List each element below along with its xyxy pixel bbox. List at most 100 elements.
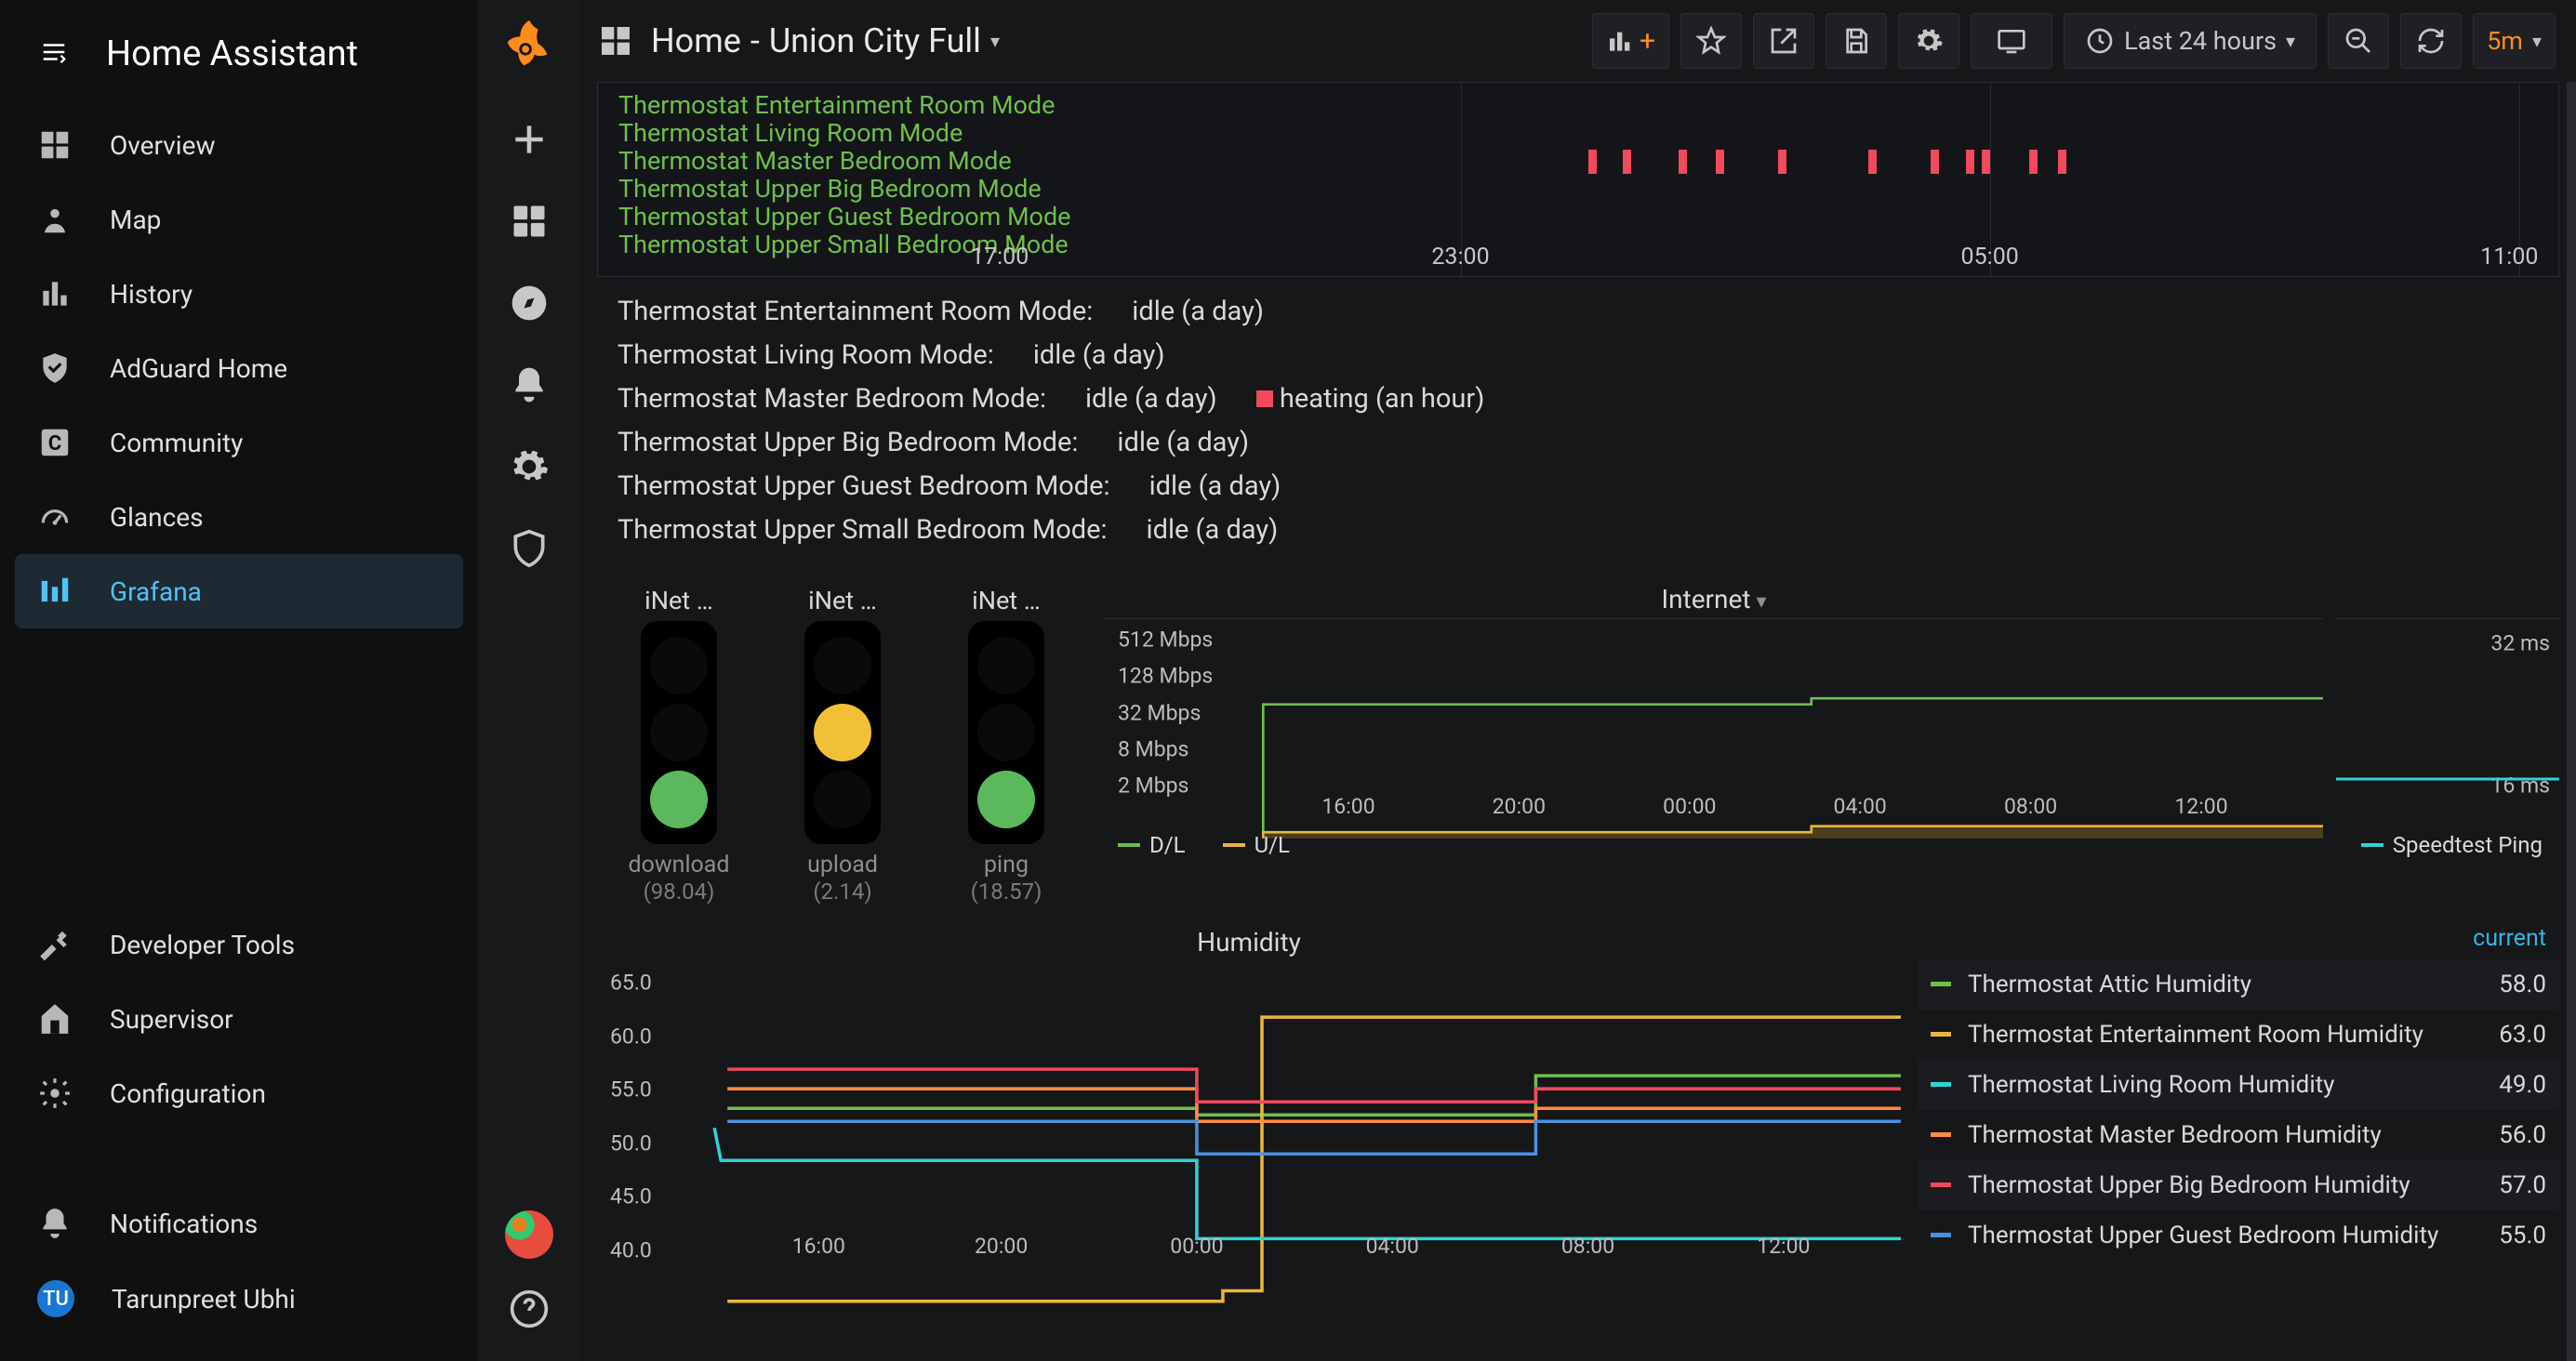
series-color-swatch: [1931, 1032, 1951, 1037]
series-color-swatch: [1931, 1183, 1951, 1187]
explore-compass-icon[interactable]: [509, 283, 550, 324]
dashboards-icon[interactable]: [509, 201, 550, 242]
caret-down-icon: ▾: [990, 30, 1000, 52]
dashboard-icon: [597, 22, 634, 59]
sidebar-item-developer-tools[interactable]: Developer Tools: [15, 907, 463, 982]
heating-mark: [2029, 150, 2038, 174]
home-assistant-sidebar: Home Assistant OverviewMapHistoryAdGuard…: [0, 0, 478, 1361]
sidebar-item-overview[interactable]: Overview: [15, 108, 463, 182]
sidebar-item-history[interactable]: History: [15, 257, 463, 331]
series-color-swatch: [1931, 1082, 1951, 1087]
humidity-legend-row[interactable]: Thermostat Attic Humidity58.0: [1918, 959, 2559, 1010]
x-tick: 11:00: [2480, 244, 2538, 271]
sidebar-item-notifications[interactable]: Notifications: [15, 1186, 463, 1261]
heating-mark: [1982, 150, 1990, 174]
notifications-label: Notifications: [110, 1209, 258, 1239]
humidity-panel-title[interactable]: Humidity: [597, 921, 1901, 965]
dashboard-topbar: Home - Union City Full ▾ + Last 24 hours…: [580, 0, 2576, 82]
gauge-icon: [37, 499, 73, 535]
legend-row: Thermostat Master Bedroom Mode:idle (a d…: [617, 377, 2539, 421]
help-icon[interactable]: [509, 1288, 550, 1329]
cycle-view-button[interactable]: [1971, 13, 2052, 69]
humidity-legend-row[interactable]: Thermostat Upper Guest Bedroom Humidity5…: [1918, 1210, 2559, 1261]
humidity-legend-row[interactable]: Thermostat Living Room Humidity49.0: [1918, 1060, 2559, 1110]
humidity-chart[interactable]: 65.060.055.050.045.040.0 16:0020:0000:00…: [597, 965, 1901, 1262]
bar-chart-icon: [37, 276, 73, 311]
zoom-out-button[interactable]: [2328, 13, 2389, 69]
star-button[interactable]: [1680, 13, 1742, 69]
heating-mark: [1868, 150, 1877, 174]
timeline-row-label: Thermostat Master Bedroom Mode: [618, 146, 1012, 176]
shield-icon[interactable]: [509, 528, 550, 569]
humidity-legend-row[interactable]: Thermostat Entertainment Room Humidity63…: [1918, 1010, 2559, 1060]
inet-upload-gauge[interactable]: iNet … upload (2.14): [761, 578, 924, 905]
series-color-swatch: [1931, 1233, 1951, 1237]
sidebar-item-community[interactable]: CCommunity: [15, 405, 463, 480]
legend-row: Thermostat Upper Big Bedroom Mode:idle (…: [617, 421, 2539, 465]
gear-icon[interactable]: [509, 446, 550, 487]
legend-row: Thermostat Upper Guest Bedroom Mode:idle…: [617, 465, 2539, 509]
caret-down-icon: ▾: [2286, 30, 2295, 52]
x-tick: 23:00: [1431, 244, 1489, 271]
grafana-user-avatar[interactable]: [505, 1210, 553, 1259]
add-panel-button[interactable]: +: [1592, 13, 1669, 69]
humidity-legend: current Thermostat Attic Humidity58.0The…: [1918, 921, 2559, 1262]
humidity-legend-row[interactable]: Thermostat Upper Big Bedroom Humidity57.…: [1918, 1160, 2559, 1210]
legend-row: Thermostat Entertainment Room Mode:idle …: [617, 290, 2539, 334]
legend-row: Thermostat Upper Small Bedroom Mode:idle…: [617, 509, 2539, 552]
sidebar-item-map[interactable]: Map: [15, 182, 463, 257]
timeline-row-label: Thermostat Living Room Mode: [618, 118, 963, 148]
dashboard-icon: [37, 127, 73, 163]
sidebar-item-configuration[interactable]: Configuration: [15, 1056, 463, 1130]
sidebar-item-glances[interactable]: Glances: [15, 480, 463, 554]
humidity-legend-row[interactable]: Thermostat Master Bedroom Humidity56.0: [1918, 1110, 2559, 1160]
traffic-light-icon: [968, 621, 1044, 844]
thermostat-mode-timeline-panel[interactable]: Thermostat Entertainment Room ModeThermo…: [597, 82, 2559, 277]
sidebar-item-adguard-home[interactable]: AdGuard Home: [15, 331, 463, 405]
timeline-row-label: Thermostat Entertainment Room Mode: [618, 90, 1055, 120]
time-range-picker[interactable]: Last 24 hours ▾: [2064, 13, 2317, 69]
refresh-interval-picker[interactable]: 5m▾: [2473, 13, 2556, 69]
save-button[interactable]: [1826, 13, 1887, 69]
grafana-side-strip: [478, 0, 580, 1361]
refresh-button[interactable]: [2400, 13, 2462, 69]
internet-chart[interactable]: 512 Mbps128 Mbps32 Mbps8 Mbps2 Mbps 16:0…: [1105, 618, 2323, 823]
legend-key[interactable]: Speedtest Ping: [2361, 832, 2543, 858]
inet-download-gauge[interactable]: iNet … download (98.04): [597, 578, 761, 905]
series-color-swatch: [1931, 982, 1951, 986]
timeline-legend: Thermostat Entertainment Room Mode:idle …: [597, 277, 2559, 565]
inet-ping-gauge[interactable]: iNet … ping (18.57): [924, 578, 1088, 905]
sidebar-item-grafana[interactable]: Grafana: [15, 554, 463, 628]
sidebar-item-supervisor[interactable]: Supervisor: [15, 982, 463, 1056]
c-box-icon: C: [37, 425, 73, 460]
ping-chart[interactable]: 32 ms16 ms: [2336, 618, 2559, 823]
heating-mark: [1716, 150, 1724, 174]
alerting-bell-icon[interactable]: [509, 364, 550, 405]
x-tick: 05:00: [1961, 244, 2019, 271]
shield-check-icon: [37, 350, 73, 386]
internet-panel-title[interactable]: Internet▾: [1105, 578, 2323, 618]
breadcrumb-root: Home: [651, 21, 741, 60]
breadcrumb-leaf: Union City Full: [769, 21, 981, 60]
app-title: Home Assistant: [106, 33, 358, 74]
heating-mark: [1588, 150, 1597, 174]
traffic-light-icon: [641, 621, 717, 844]
timeline-row-label: Thermostat Upper Guest Bedroom Mode: [618, 202, 1071, 231]
settings-button[interactable]: [1898, 13, 1959, 69]
menu-collapse-icon[interactable]: [33, 38, 74, 70]
heating-mark: [1931, 150, 1939, 174]
gear-icon: [37, 1076, 73, 1111]
person-pin-icon: [37, 202, 73, 237]
sidebar-item-user[interactable]: TU Tarunpreet Ubhi: [15, 1261, 463, 1337]
heating-mark: [1623, 150, 1631, 174]
user-name: Tarunpreet Ubhi: [112, 1284, 296, 1315]
grafana-logo-icon[interactable]: [500, 17, 558, 78]
svg-text:C: C: [48, 431, 62, 456]
grafana-mini-icon: [37, 574, 73, 609]
traffic-light-icon: [804, 621, 881, 844]
heating-mark: [1778, 150, 1786, 174]
dashboard-title[interactable]: Home - Union City Full ▾: [651, 21, 1000, 60]
plus-icon[interactable]: [509, 119, 550, 160]
share-button[interactable]: [1753, 13, 1814, 69]
scrollbar[interactable]: [2567, 82, 2576, 1361]
